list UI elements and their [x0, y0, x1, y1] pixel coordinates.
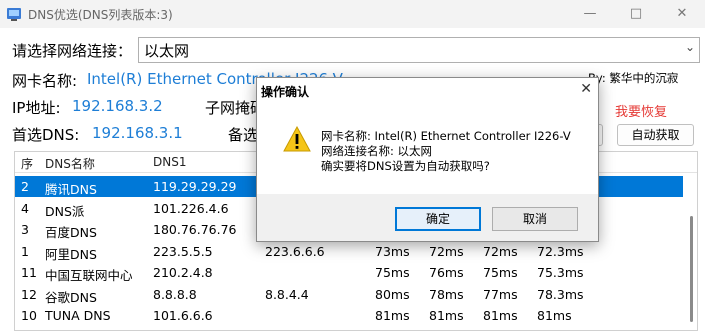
cell-name: 中国互联网中心 — [45, 268, 133, 283]
confirm-dialog: 操作确认 ✕ 网卡名称: Intel(R) Ethernet Controlle… — [256, 77, 599, 242]
cell-t2: 81ms — [429, 308, 464, 323]
ip-value: 192.168.3.2 — [72, 97, 163, 115]
auto-obtain-button[interactable]: 自动获取 — [617, 124, 694, 146]
cell-dns1: 8.8.8.8 — [153, 286, 197, 302]
cell-name: TUNA DNS — [45, 308, 111, 323]
dialog-title-bar: 操作确认 ✕ — [257, 78, 598, 104]
cell-dns1: 223.5.5.5 — [153, 243, 213, 259]
title-bar: DNS优选(DNS列表版本:3) — □ ✕ — [0, 0, 705, 28]
cell-t1: 75ms — [375, 265, 410, 280]
cell-avg: 81ms — [537, 308, 572, 323]
column-header-dns1[interactable]: DNS1 — [153, 155, 186, 169]
cell-t1: 73ms — [375, 243, 410, 259]
dns-value: 192.168.3.1 — [92, 124, 183, 142]
table-scrollbar[interactable] — [690, 216, 693, 322]
cell-t3: 81ms — [483, 308, 518, 323]
cell-name: 谷歌DNS — [45, 289, 97, 305]
adapter-selected-value: 以太网 — [144, 42, 190, 60]
app-icon — [7, 8, 21, 21]
cell-id: 10 — [21, 308, 37, 323]
cell-id: 11 — [21, 265, 37, 280]
cell-t2: 78ms — [429, 286, 464, 302]
cell-name: 百度DNS — [45, 225, 97, 240]
cell-name: DNS派 — [45, 203, 85, 219]
cell-dns1: 101.6.6.6 — [153, 308, 213, 323]
cell-dns2: 223.6.6.6 — [265, 243, 325, 259]
dns-label: 首选DNS: — [12, 126, 80, 144]
table-row[interactable]: 12 谷歌DNS 8.8.8.8 8.8.4.4 80ms 78ms 77ms 78.3ms — [15, 284, 683, 305]
ip-label: IP地址: — [12, 99, 61, 117]
adapter-select[interactable]: 以太网 ⌄ — [138, 37, 700, 63]
cell-name: 腾讯DNS — [45, 182, 97, 197]
cell-t1: 80ms — [375, 286, 410, 302]
table-row[interactable]: 11 中国互联网中心 210.2.4.8 75ms 76ms 75ms 75.3ms — [15, 262, 683, 283]
cell-avg: 75.3ms — [537, 265, 584, 280]
restore-link[interactable]: 我要恢复 — [615, 101, 667, 120]
cell-dns1: 180.76.76.76 — [153, 222, 237, 237]
table-row[interactable]: 10 TUNA DNS 101.6.6.6 81ms 81ms 81ms 81ms — [15, 305, 683, 326]
cell-dns1: 210.2.4.8 — [153, 265, 213, 280]
nic-label: 网卡名称: — [12, 72, 78, 90]
cell-t2: 76ms — [429, 265, 464, 280]
cell-id: 1 — [21, 243, 29, 259]
cell-name: 阿里DNS — [45, 246, 97, 262]
cell-dns1: 119.29.29.29 — [153, 179, 237, 194]
dialog-cancel-button[interactable]: 取消 — [492, 207, 578, 231]
cell-t3: 72ms — [483, 243, 518, 259]
dialog-body: 网卡名称: Intel(R) Ethernet Controller I226-… — [257, 104, 598, 194]
close-button[interactable]: ✕ — [659, 0, 705, 28]
author-label: By: 繁华中的沉寂 — [588, 71, 679, 85]
column-header-id[interactable]: 序 — [21, 155, 33, 172]
cell-id: 12 — [21, 286, 37, 302]
dialog-line-question: 确实要将DNS设置为自动获取吗? — [321, 159, 490, 173]
cell-t3: 75ms — [483, 265, 518, 280]
cell-t1: 81ms — [375, 308, 410, 323]
warning-icon — [283, 126, 311, 152]
dialog-line-nic: 网卡名称: Intel(R) Ethernet Controller I226-… — [321, 129, 571, 143]
cell-id: 2 — [21, 179, 29, 194]
cell-avg: 72.3ms — [537, 243, 584, 259]
cell-dns2: 8.8.4.4 — [265, 286, 309, 302]
maximize-button[interactable]: □ — [613, 0, 659, 28]
cell-id: 3 — [21, 222, 29, 237]
cell-t3: 77ms — [483, 286, 518, 302]
dialog-close-button[interactable]: ✕ — [580, 81, 592, 97]
dialog-title: 操作确认 — [261, 85, 310, 99]
cell-avg: 78.3ms — [537, 286, 584, 302]
window-title: DNS优选(DNS列表版本:3) — [28, 8, 173, 22]
column-header-name[interactable]: DNS名称 — [45, 155, 95, 172]
dialog-line-connection: 网络连接名称: 以太网 — [321, 144, 433, 158]
cell-id: 4 — [21, 200, 29, 216]
dialog-ok-button[interactable]: 确定 — [395, 207, 481, 231]
chevron-down-icon[interactable]: ⌄ — [685, 40, 695, 54]
minimize-button[interactable]: — — [567, 0, 613, 28]
cell-t2: 72ms — [429, 243, 464, 259]
cell-dns1: 101.226.4.6 — [153, 200, 229, 216]
table-row[interactable]: 1 阿里DNS 223.5.5.5 223.6.6.6 73ms 72ms 72ms 72.3… — [15, 241, 683, 262]
adapter-prompt: 请选择网络连接： — [12, 42, 133, 60]
